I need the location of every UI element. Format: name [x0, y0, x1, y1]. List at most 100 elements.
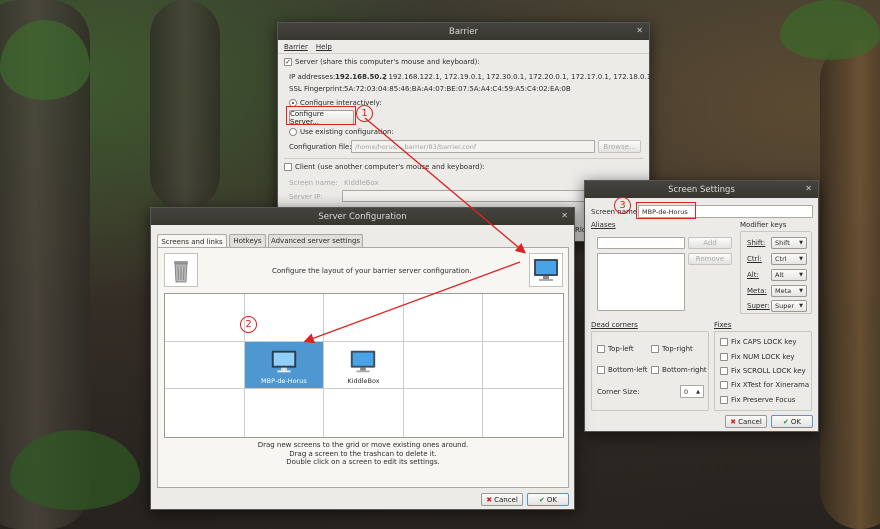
close-icon[interactable]: ✕	[636, 26, 643, 35]
grid-cell[interactable]	[483, 389, 563, 437]
cancel-button[interactable]: ✖ Cancel	[481, 493, 523, 506]
grid-cell[interactable]	[165, 341, 245, 390]
grid-cell[interactable]	[324, 389, 404, 437]
config-file-label: Configuration file:	[289, 143, 352, 151]
cancel-icon: ✖	[486, 495, 493, 504]
fix-num-lock-checkbox[interactable]	[720, 353, 728, 361]
alt-select[interactable]: Alt ▼	[771, 269, 807, 281]
screen-grid[interactable]: MBP-de-Horus KiddleBox	[164, 293, 564, 438]
tab-hotkeys[interactable]: Hotkeys	[229, 234, 266, 247]
monitor-icon	[534, 259, 558, 281]
close-icon[interactable]: ✕	[561, 211, 568, 220]
fix-num-lock-label: Fix NUM LOCK key	[731, 353, 795, 361]
chevron-down-icon: ▼	[799, 288, 803, 294]
window-title: Screen Settings	[668, 184, 735, 195]
fix-caps-lock-checkbox[interactable]	[720, 338, 728, 346]
server-checkbox-label: Server (share this computer's mouse and …	[295, 58, 480, 66]
server-configuration-window: Server Configuration ✕ Screens and links…	[150, 207, 575, 510]
menu-help[interactable]: Help	[316, 43, 332, 51]
grid-cell[interactable]	[165, 389, 245, 437]
add-alias-button[interactable]: Add	[688, 237, 732, 249]
screen-kiddlebox[interactable]: KiddleBox	[324, 341, 404, 390]
fix-xtest-checkbox[interactable]	[720, 381, 728, 389]
help-line: Drag a screen to the trashcan to delete …	[289, 449, 437, 458]
stepper-arrows-icon: ▲	[696, 388, 700, 395]
chevron-down-icon: ▼	[799, 272, 803, 278]
ssl-value: 5A:72:03:04:85:46:BA:A4:07:BE:07:5A:A4:C…	[344, 85, 571, 93]
tab-screens-and-links[interactable]: Screens and links	[157, 234, 227, 248]
use-existing-radio[interactable]	[289, 128, 297, 136]
help-text: Drag new screens to the grid or move exi…	[158, 441, 568, 467]
menu-barrier[interactable]: Barrier	[284, 43, 308, 51]
config-file-input[interactable]: /home/horus/...barrier/83/barrier.conf	[351, 140, 595, 153]
ok-button-label: OK	[790, 417, 801, 426]
meta-select[interactable]: Meta ▼	[771, 285, 807, 297]
divider	[284, 158, 643, 159]
alt-select-value: Alt	[775, 271, 784, 279]
help-line: Drag new screens to the grid or move exi…	[257, 441, 469, 449]
screen-mbp-de-horus[interactable]: MBP-de-Horus	[244, 341, 325, 390]
alias-input[interactable]	[597, 237, 685, 249]
server-ip-label: Server IP:	[289, 193, 323, 201]
barrier-titlebar: Barrier ✕	[278, 23, 649, 40]
top-right-checkbox[interactable]	[651, 345, 659, 353]
top-left-checkbox[interactable]	[597, 345, 605, 353]
grid-cell[interactable]	[483, 294, 563, 342]
bottom-left-checkbox[interactable]	[597, 366, 605, 374]
chevron-down-icon: ▼	[799, 303, 803, 309]
shift-select-value: Shift	[775, 239, 790, 247]
grid-cell[interactable]	[244, 294, 325, 342]
menubar: Barrier Help	[284, 43, 332, 51]
alt-label: Alt:	[747, 271, 759, 279]
grid-cell[interactable]	[245, 389, 325, 437]
fixes-label: Fixes	[714, 321, 732, 329]
super-label: Super:	[747, 302, 770, 310]
checkmark-icon: ✔	[783, 417, 789, 426]
ok-button[interactable]: ✔ OK	[771, 415, 813, 428]
fix-caps-lock-label: Fix CAPS LOCK key	[731, 338, 797, 346]
screens-and-links-panel: Configure the layout of your barrier ser…	[157, 247, 569, 488]
trashcan[interactable]	[164, 253, 198, 287]
fix-preserve-focus-label: Fix Preserve Focus	[731, 396, 796, 404]
server-ip-input[interactable]	[342, 190, 587, 202]
shift-select[interactable]: Shift ▼	[771, 237, 807, 249]
fix-scroll-lock-checkbox[interactable]	[720, 367, 728, 375]
corner-size-label: Corner Size:	[597, 388, 640, 396]
aliases-list[interactable]	[597, 253, 685, 311]
dead-corners-label: Dead corners	[591, 321, 638, 329]
grid-cell[interactable]	[324, 294, 404, 342]
grid-cell[interactable]	[403, 341, 484, 390]
super-select[interactable]: Super ▼	[771, 300, 807, 312]
cancel-button[interactable]: ✖ Cancel	[725, 415, 767, 428]
trash-icon	[174, 261, 188, 283]
ok-button[interactable]: ✔ OK	[527, 493, 569, 506]
grid-cell[interactable]	[403, 294, 484, 342]
annotation-badge-1: 1	[356, 105, 373, 122]
chevron-down-icon: ▼	[799, 256, 803, 262]
help-line: Double click on a screen to edit its set…	[286, 458, 440, 466]
remove-alias-button[interactable]: Remove	[688, 253, 732, 265]
grid-cell[interactable]	[483, 342, 563, 390]
bottom-left-label: Bottom-left	[608, 366, 648, 374]
new-screen-source[interactable]	[529, 253, 563, 287]
shift-label: Shift:	[747, 239, 766, 247]
ssl-label: SSL Fingerprint:	[289, 85, 345, 93]
browse-button[interactable]: Browse...	[598, 140, 641, 153]
grid-cell[interactable]	[165, 294, 245, 342]
monitor-icon	[271, 350, 297, 372]
bottom-right-checkbox[interactable]	[651, 366, 659, 374]
ctrl-select[interactable]: Ctrl ▼	[771, 253, 807, 265]
tab-advanced-server-settings[interactable]: Advanced server settings	[268, 234, 363, 247]
fix-preserve-focus-checkbox[interactable]	[720, 396, 728, 404]
use-existing-label: Use existing configuration:	[300, 128, 394, 136]
cancel-button-label: Cancel	[738, 417, 762, 426]
server-checkbox[interactable]: ✓	[284, 58, 292, 66]
corner-size-stepper[interactable]: 0 ▲	[680, 385, 704, 398]
fix-scroll-lock-label: Fix SCROLL LOCK key	[731, 367, 806, 375]
tab-bar: Screens and links Hotkeys Advanced serve…	[157, 234, 569, 248]
leaf	[780, 0, 880, 60]
close-icon[interactable]: ✕	[805, 184, 812, 193]
grid-cell[interactable]	[404, 389, 484, 437]
client-checkbox[interactable]	[284, 163, 292, 171]
ip-label: IP addresses:	[289, 73, 336, 81]
